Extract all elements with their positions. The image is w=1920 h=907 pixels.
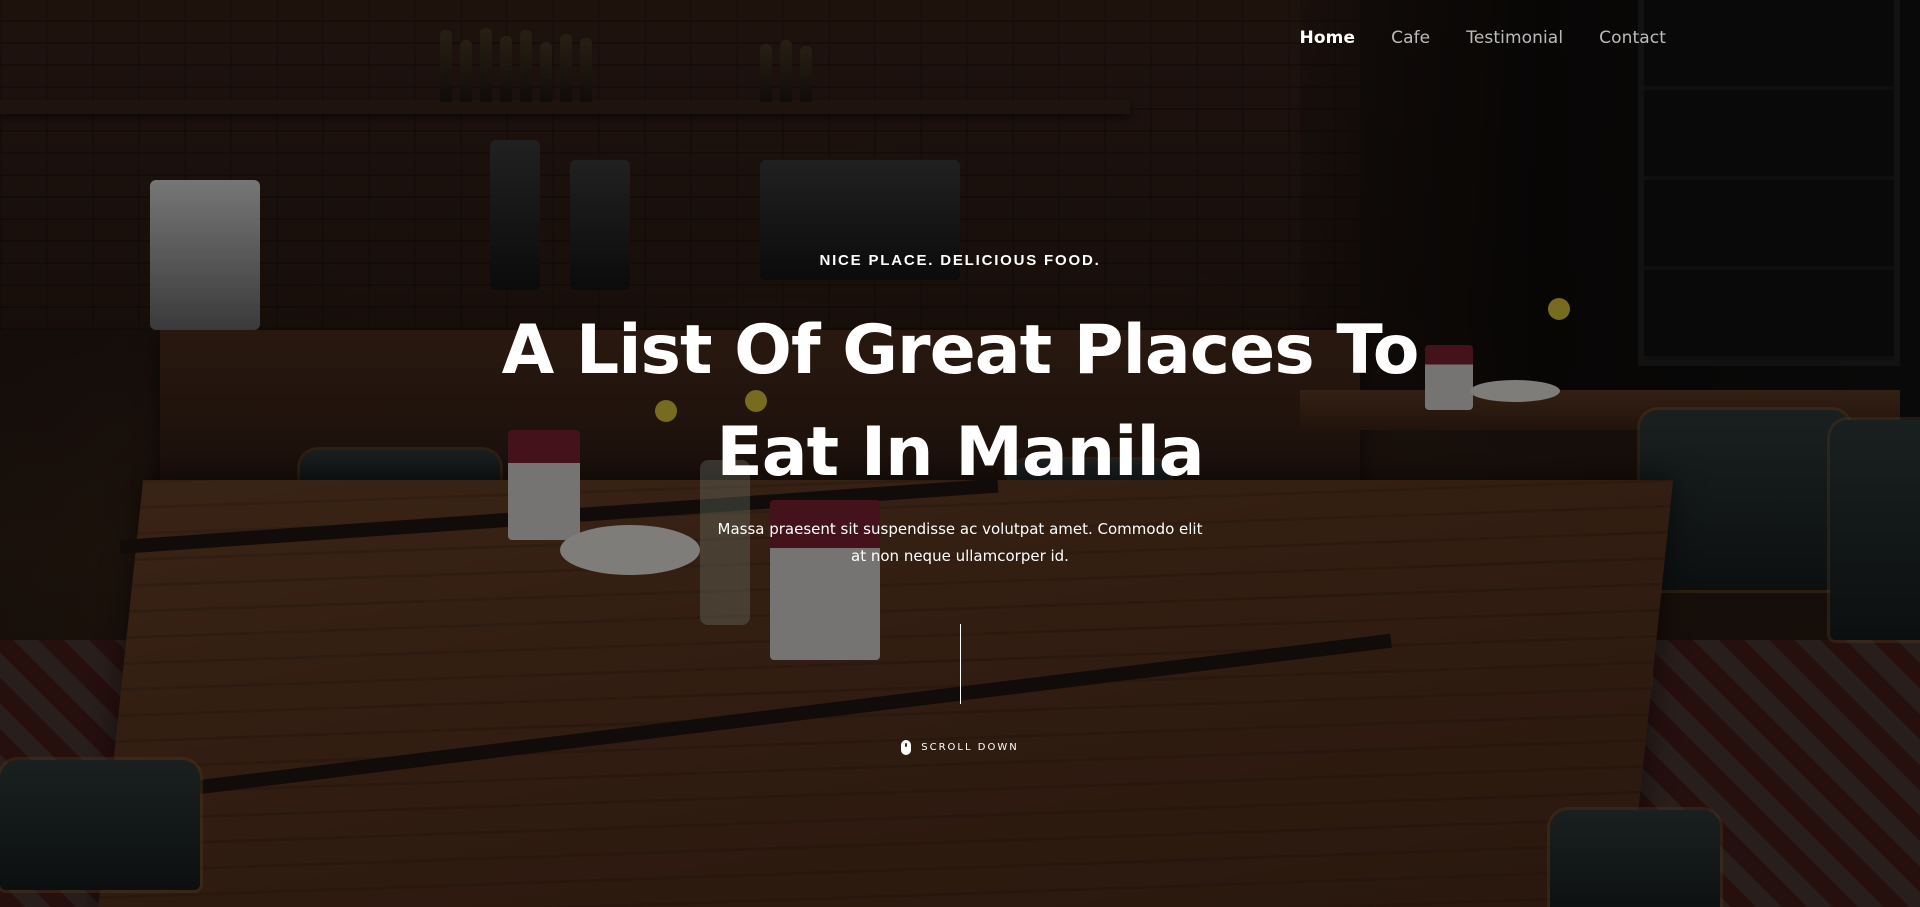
hero-headline: A List Of Great Places To Eat In Manila xyxy=(460,300,1460,504)
mouse-icon xyxy=(901,740,912,755)
scroll-down-label: SCROLL DOWN xyxy=(921,742,1019,753)
scroll-down-button[interactable]: SCROLL DOWN xyxy=(0,740,1920,755)
description-line-1: Massa praesent sit suspendisse ac volutp… xyxy=(717,520,1203,538)
hero-description: Massa praesent sit suspendisse ac volutp… xyxy=(710,516,1210,570)
hero-tagline: NICE PLACE. DELICIOUS FOOD. xyxy=(819,252,1101,269)
scroll-divider-line xyxy=(960,624,961,704)
description-line-2: at non neque ullamcorper id. xyxy=(851,547,1069,565)
hero-content: NICE PLACE. DELICIOUS FOOD. A List Of Gr… xyxy=(0,0,1920,907)
headline-line-2: Eat In Manila xyxy=(716,413,1204,492)
headline-line-1: A List Of Great Places To xyxy=(501,311,1420,390)
hero-section: Home Cafe Testimonial Contact NICE PLACE… xyxy=(0,0,1920,907)
